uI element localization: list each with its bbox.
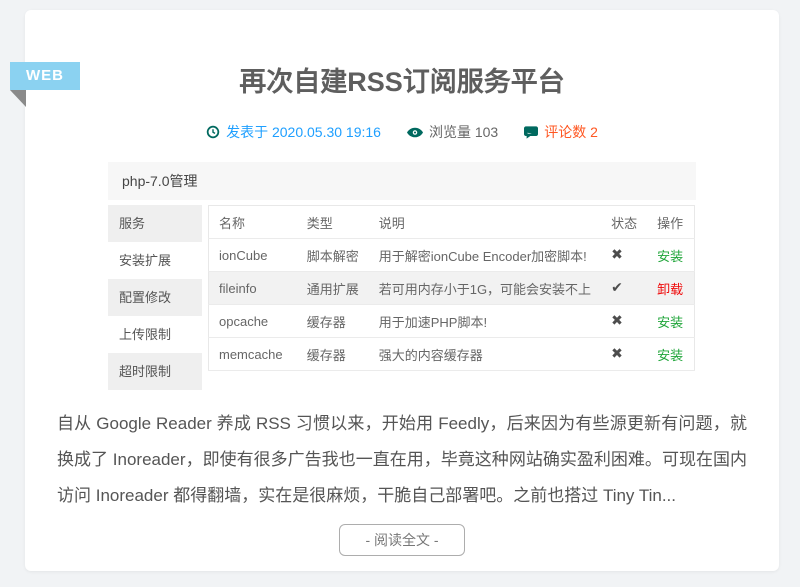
- comment-icon: [524, 126, 538, 139]
- cell-type: 缓存器: [297, 305, 369, 338]
- table-row: opcache 缓存器 用于加速PHP脚本! ✖ 安装: [209, 305, 695, 338]
- column-header-desc: 说明: [369, 206, 601, 239]
- table-header-row: 名称 类型 说明 状态 操作: [209, 206, 695, 239]
- extensions-table: 名称 类型 说明 状态 操作 ionCube 脚本解密 用于解密ionCube …: [208, 205, 695, 371]
- install-link[interactable]: 安装: [657, 348, 683, 363]
- sidebar-tab-install-extensions[interactable]: 安装扩展: [108, 242, 202, 279]
- view-count: 浏览量 103: [407, 122, 498, 142]
- cell-type: 通用扩展: [297, 272, 369, 305]
- clock-icon: [206, 125, 220, 139]
- cell-name: opcache: [209, 305, 297, 338]
- publish-date: 发表于 2020.05.30 19:16: [206, 122, 381, 142]
- sidebar-tab-config-edit[interactable]: 配置修改: [108, 279, 202, 316]
- php-manager-panel: php-7.0管理 服务 安装扩展 配置修改 上传限制 超时限制 名称 类型 说…: [108, 162, 696, 390]
- cell-name: fileinfo: [209, 272, 297, 305]
- table-row: memcache 缓存器 强大的内容缓存器 ✖ 安装: [209, 338, 695, 371]
- ribbon-fold-triangle: [10, 90, 26, 107]
- column-header-type: 类型: [297, 206, 369, 239]
- uninstall-link[interactable]: 卸载: [657, 282, 683, 297]
- post-meta: 发表于 2020.05.30 19:16 浏览量 103 评论数 2: [25, 122, 779, 142]
- panel-title: php-7.0管理: [108, 162, 696, 200]
- status-cross-icon: ✖: [611, 247, 623, 263]
- comment-count-label: 评论数 2: [544, 122, 598, 142]
- cell-name: memcache: [209, 338, 297, 371]
- table-row: fileinfo 通用扩展 若可用内存小于1G，可能会安装不上 ✔ 卸载: [209, 272, 695, 305]
- panel-sidebar: 服务 安装扩展 配置修改 上传限制 超时限制: [108, 205, 202, 390]
- cell-type: 脚本解密: [297, 239, 369, 272]
- publish-date-label: 发表于 2020.05.30 19:16: [226, 122, 381, 142]
- install-link[interactable]: 安装: [657, 315, 683, 330]
- cell-desc: 用于解密ionCube Encoder加密脚本!: [369, 239, 601, 272]
- status-cross-icon: ✖: [611, 346, 623, 362]
- category-ribbon[interactable]: WEB: [10, 62, 80, 90]
- cell-desc: 若可用内存小于1G，可能会安装不上: [369, 272, 601, 305]
- read-more-button[interactable]: - 阅读全文 -: [339, 524, 464, 556]
- post-card: WEB 再次自建RSS订阅服务平台 发表于 2020.05.30 19:16 浏…: [25, 10, 779, 571]
- column-header-name: 名称: [209, 206, 297, 239]
- category-ribbon-label: WEB: [26, 67, 64, 84]
- status-cross-icon: ✖: [611, 313, 623, 329]
- post-excerpt: 自从 Google Reader 养成 RSS 习惯以来，开始用 Feedly，…: [57, 406, 747, 514]
- status-check-icon: ✔: [611, 280, 623, 296]
- cell-name: ionCube: [209, 239, 297, 272]
- read-more-wrap: - 阅读全文 -: [25, 524, 779, 556]
- column-header-action: 操作: [647, 206, 694, 239]
- cell-desc: 用于加速PHP脚本!: [369, 305, 601, 338]
- cell-type: 缓存器: [297, 338, 369, 371]
- sidebar-tab-services[interactable]: 服务: [108, 205, 202, 242]
- sidebar-tab-upload-limit[interactable]: 上传限制: [108, 316, 202, 353]
- eye-icon: [407, 127, 423, 138]
- comment-count: 评论数 2: [524, 122, 598, 142]
- panel-content: 名称 类型 说明 状态 操作 ionCube 脚本解密 用于解密ionCube …: [208, 205, 696, 390]
- sidebar-tab-timeout-limit[interactable]: 超时限制: [108, 353, 202, 390]
- install-link[interactable]: 安装: [657, 249, 683, 264]
- view-count-label: 浏览量 103: [429, 122, 498, 142]
- table-row: ionCube 脚本解密 用于解密ionCube Encoder加密脚本! ✖ …: [209, 239, 695, 272]
- post-title[interactable]: 再次自建RSS订阅服务平台: [25, 66, 779, 98]
- cell-desc: 强大的内容缓存器: [369, 338, 601, 371]
- column-header-status: 状态: [601, 206, 647, 239]
- panel-body: 服务 安装扩展 配置修改 上传限制 超时限制 名称 类型 说明 状态 操作: [108, 205, 696, 390]
